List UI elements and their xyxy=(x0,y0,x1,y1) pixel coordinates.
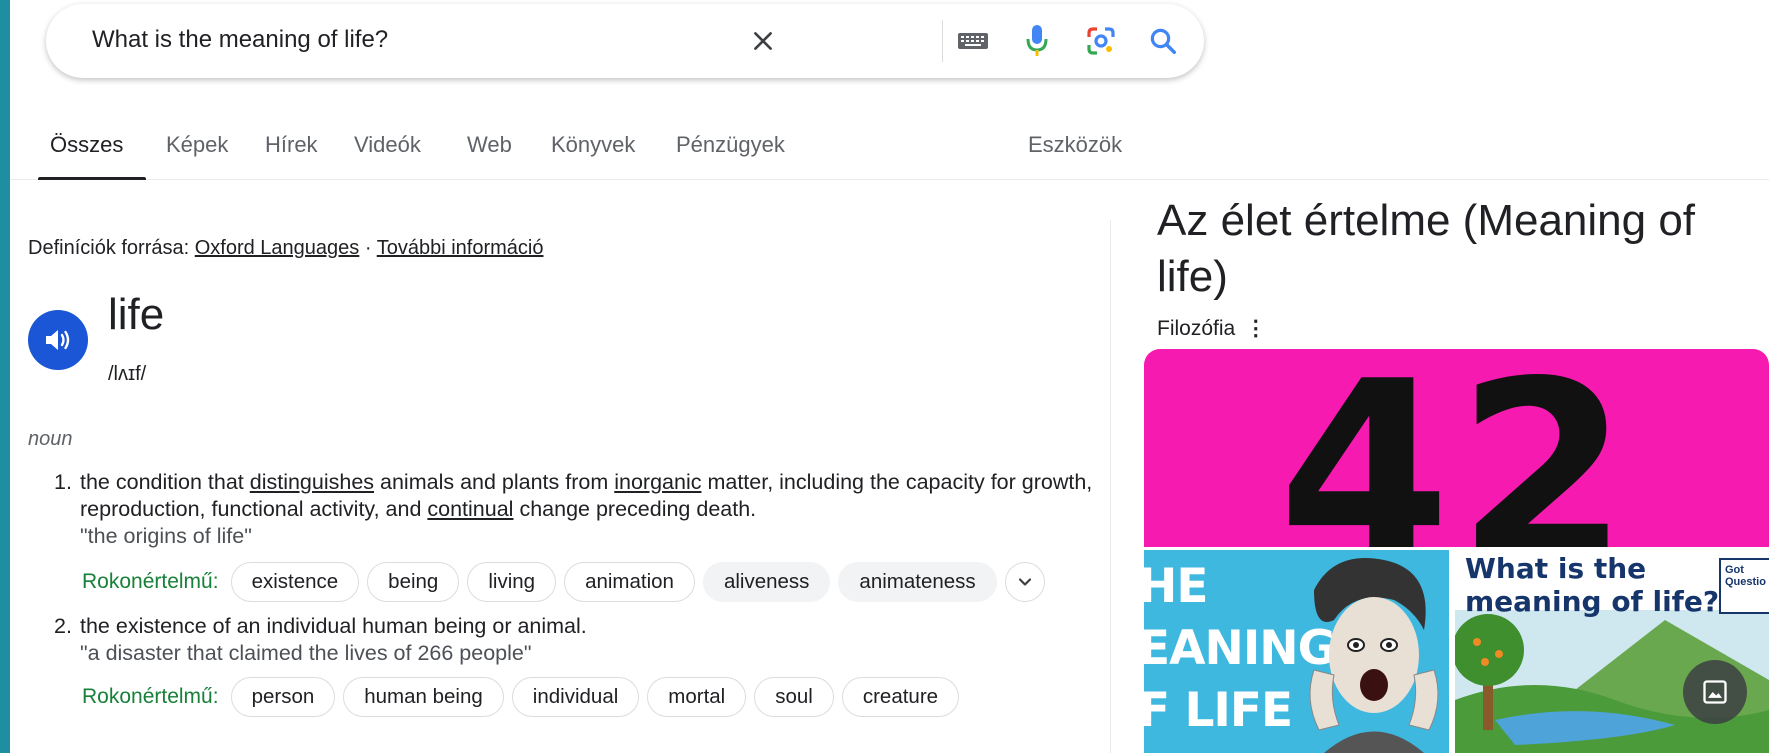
search-bar[interactable]: What is the meaning of life? xyxy=(46,4,1204,78)
logo-line: Got xyxy=(1725,564,1744,576)
search-input[interactable]: What is the meaning of life? xyxy=(92,26,388,54)
knowledge-panel-image-main[interactable]: 42 xyxy=(1144,349,1769,547)
image-gallery-button[interactable] xyxy=(1683,660,1747,724)
microphone-icon[interactable] xyxy=(1020,24,1054,58)
definition-number: 2. xyxy=(54,614,72,638)
word-link-distinguishes[interactable]: distinguishes xyxy=(250,470,374,494)
active-tab-indicator xyxy=(38,177,146,180)
column-divider xyxy=(1110,220,1111,753)
synonym-chip[interactable]: animateness xyxy=(838,562,997,602)
more-info-link[interactable]: További információ xyxy=(377,237,544,259)
tab-news[interactable]: Hírek xyxy=(265,132,318,158)
tab-images[interactable]: Képek xyxy=(166,132,228,158)
tools-button[interactable]: Eszközök xyxy=(1028,132,1122,158)
definition-text: animals and plants from xyxy=(374,470,615,494)
synonym-chip[interactable]: mortal xyxy=(647,677,747,717)
definition-text: the condition that xyxy=(80,470,250,494)
synonyms-row-1: Rokonértelmű: existence being living ani… xyxy=(82,561,1045,603)
source-prefix: Definíciók forrása: xyxy=(28,237,190,259)
knowledge-panel-title: Az élet értelme (Meaning of life) xyxy=(1157,196,1696,301)
definition-2: 2. the existence of an individual human … xyxy=(54,613,1114,667)
synonym-chip[interactable]: being xyxy=(367,562,460,602)
synonym-chip[interactable]: existence xyxy=(230,562,360,602)
close-icon[interactable] xyxy=(746,24,780,58)
synonym-chip[interactable]: human being xyxy=(343,677,504,717)
keyboard-icon[interactable] xyxy=(956,24,990,58)
more-options-icon[interactable]: ⋮ xyxy=(1245,316,1266,341)
source-separator: · xyxy=(364,237,372,259)
synonym-chip[interactable]: creature xyxy=(841,677,960,717)
logo-line: Questio xyxy=(1725,576,1766,588)
synonyms-label: Rokonértelmű: xyxy=(82,685,219,708)
dictionary-word: life xyxy=(108,290,165,339)
synonyms-label: Rokonértelmű: xyxy=(82,570,219,593)
search-results-page: What is the meaning of life? Összes Képe… xyxy=(10,0,1769,753)
tab-finance[interactable]: Pénzügyek xyxy=(676,132,785,158)
part-of-speech: noun xyxy=(28,428,73,450)
search-icon[interactable] xyxy=(1146,24,1180,58)
knowledge-panel-category: Filozófia xyxy=(1157,316,1236,340)
tab-web[interactable]: Web xyxy=(467,132,512,158)
search-tabs: Összes Képek Hírek Videók Web Könyvek Pé… xyxy=(10,110,1769,180)
oxford-languages-link[interactable]: Oxford Languages xyxy=(195,237,360,259)
expand-synonyms-button[interactable] xyxy=(1004,562,1045,602)
definition-number: 1. xyxy=(54,470,72,494)
search-divider xyxy=(942,20,943,62)
image-right-text: What is the meaning of life? xyxy=(1465,552,1719,618)
definition-example: "a disaster that claimed the lives of 26… xyxy=(80,641,532,665)
got-questions-logo: Got Questio xyxy=(1719,558,1769,614)
definition-text: change preceding death. xyxy=(513,497,757,521)
definition-example: "the origins of life" xyxy=(80,524,252,548)
chevron-down-icon xyxy=(1018,578,1031,586)
synonym-chip[interactable]: individual xyxy=(511,677,640,717)
tab-videos[interactable]: Videók xyxy=(354,132,421,158)
definition-1: 1. the condition that distinguishes anim… xyxy=(54,469,1114,550)
tab-all[interactable]: Összes xyxy=(50,132,123,158)
image-right-line: meaning of life? xyxy=(1465,585,1720,618)
image-icon xyxy=(1703,680,1727,704)
dictionary-source: Definíciók forrása: Oxford Languages · T… xyxy=(28,237,543,260)
synonym-chip[interactable]: animation xyxy=(564,562,695,602)
synonym-chip[interactable]: person xyxy=(230,677,336,717)
synonyms-row-2: Rokonértelmű: person human being individ… xyxy=(82,676,967,718)
image-main-text: 42 xyxy=(1277,349,1636,547)
phonetic-spelling: /lʌɪf/ xyxy=(108,363,147,385)
pronunciation-button[interactable] xyxy=(28,310,88,370)
word-link-inorganic[interactable]: inorganic xyxy=(614,470,701,494)
synonym-chip[interactable]: aliveness xyxy=(702,562,831,602)
synonym-chip[interactable]: living xyxy=(467,562,557,602)
word-link-continual[interactable]: continual xyxy=(427,497,513,521)
knowledge-panel-image-left[interactable]: HE EANING F LIFE xyxy=(1144,550,1449,753)
lens-icon[interactable] xyxy=(1084,24,1118,58)
synonym-chip[interactable]: soul xyxy=(754,677,834,717)
speaker-icon xyxy=(46,330,70,350)
knowledge-panel-subtitle: Filozófia ⋮ xyxy=(1157,316,1266,341)
screaming-woman-illustration xyxy=(1309,558,1439,753)
definition-text: the existence of an individual human bei… xyxy=(80,614,587,638)
tab-books[interactable]: Könyvek xyxy=(551,132,635,158)
image-right-line: What is the xyxy=(1465,552,1647,585)
